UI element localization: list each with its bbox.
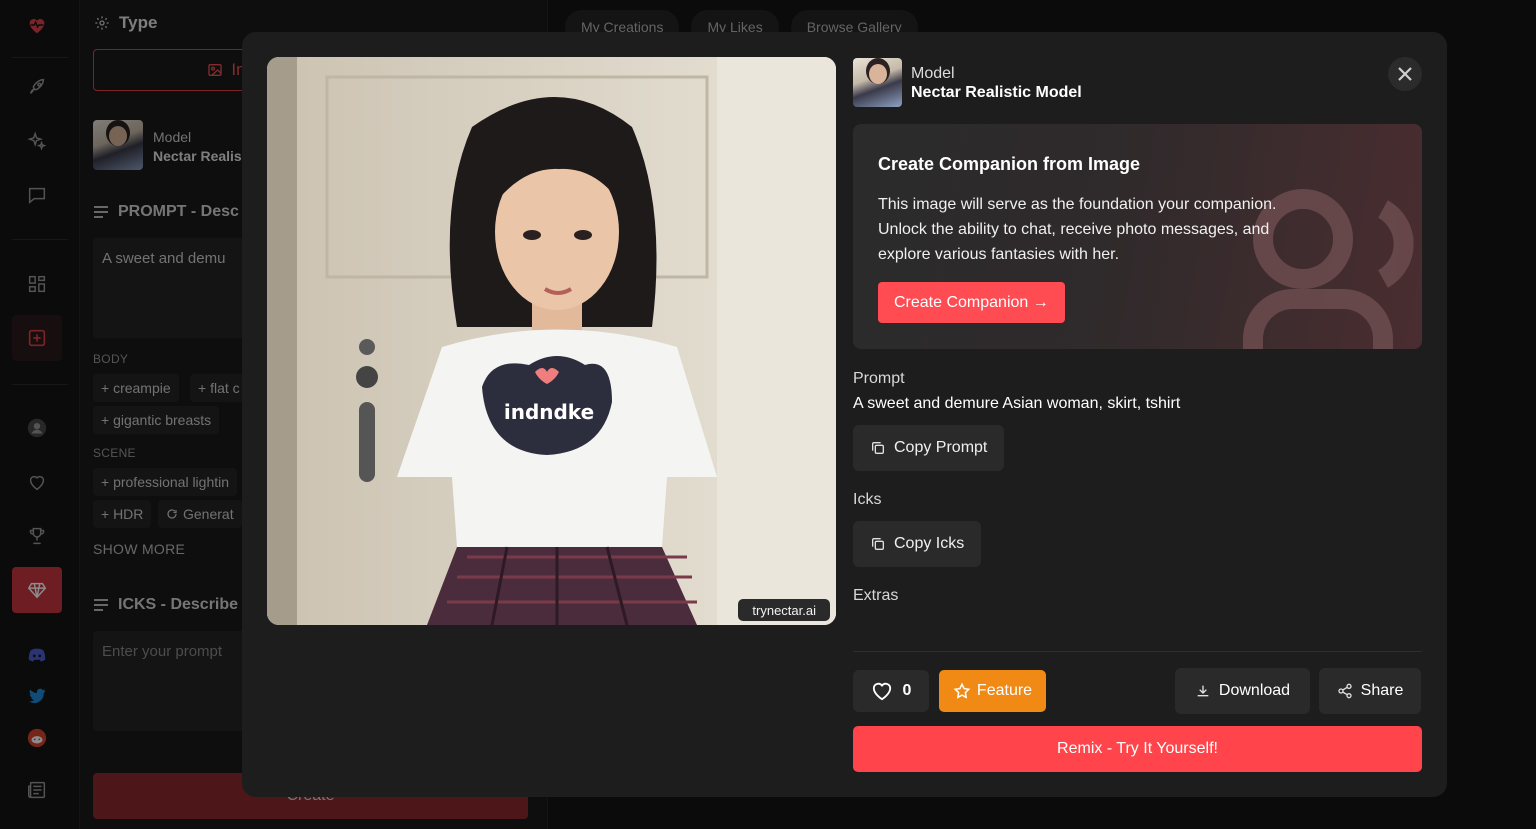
image-detail-modal: indndke trynectar.ai Model Nectar Realis… bbox=[242, 32, 1447, 797]
create-companion-button[interactable]: Create Companion → bbox=[878, 282, 1065, 323]
copy-icon bbox=[872, 442, 884, 454]
like-count: 0 bbox=[902, 682, 912, 699]
download-icon bbox=[1197, 685, 1209, 697]
share-button[interactable]: Share bbox=[1319, 668, 1421, 714]
extras-label: Extras bbox=[853, 587, 899, 604]
download-button[interactable]: Download bbox=[1175, 668, 1310, 714]
remix-button[interactable]: Remix - Try It Yourself! bbox=[853, 726, 1422, 772]
copy-icks-button[interactable]: Copy Icks bbox=[853, 521, 982, 567]
promo-title: Create Companion from Image bbox=[878, 154, 1141, 174]
watermark-badge: trynectar.ai bbox=[738, 599, 830, 621]
promo-body: This image will serve as the foundation … bbox=[878, 196, 1277, 263]
icks-label: Icks bbox=[853, 491, 882, 508]
shirt-logo-text: indndke bbox=[504, 400, 594, 424]
close-button[interactable] bbox=[1388, 57, 1422, 91]
generated-image: indndke trynectar.ai bbox=[267, 57, 836, 625]
model-thumbnail bbox=[853, 58, 902, 107]
close-icon bbox=[1398, 67, 1412, 81]
create-companion-card: Create Companion from Image This image w… bbox=[853, 124, 1422, 349]
star-icon bbox=[953, 682, 971, 699]
feature-button[interactable]: Feature bbox=[939, 670, 1046, 712]
like-button[interactable]: 0 bbox=[853, 670, 929, 712]
divider bbox=[853, 651, 1422, 652]
app-root: Type Image Model Nectar Realis PROMPT - … bbox=[0, 0, 1536, 829]
copy-prompt-button[interactable]: Copy Prompt bbox=[853, 425, 1005, 471]
copy-icon bbox=[872, 538, 884, 550]
generated-image-illustration: indndke bbox=[267, 57, 836, 625]
heart-icon bbox=[872, 682, 891, 701]
prompt-label: Prompt bbox=[853, 370, 905, 387]
modal-model-info: Model Nectar Realistic Model bbox=[853, 58, 1082, 107]
prompt-value: A sweet and demure Asian woman, skirt, t… bbox=[853, 395, 1181, 412]
share-icon bbox=[1337, 683, 1352, 699]
